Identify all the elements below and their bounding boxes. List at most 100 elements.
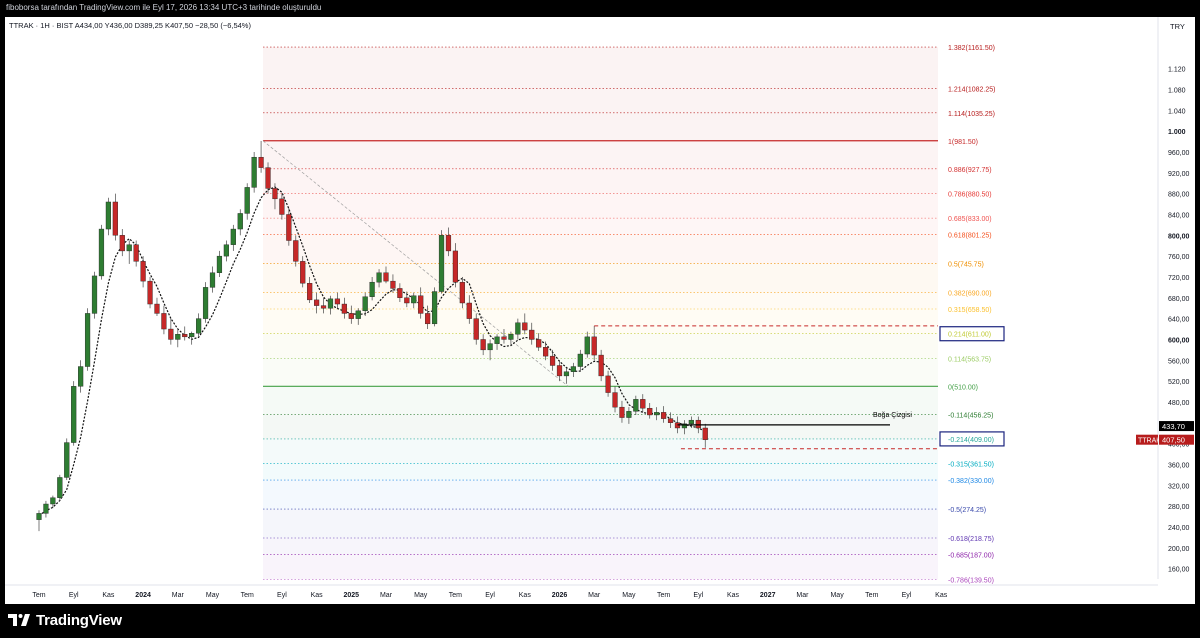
- candle-body: [508, 334, 514, 340]
- price-tick: 960,00: [1168, 150, 1190, 157]
- time-tick: Tem: [241, 592, 254, 599]
- time-tick: Mar: [172, 592, 185, 599]
- time-tick: 2026: [552, 592, 568, 599]
- candle-body: [119, 235, 125, 252]
- candle-body: [501, 336, 507, 340]
- candle-body: [480, 339, 486, 351]
- candle-body: [348, 313, 354, 319]
- candle-body: [515, 322, 521, 335]
- candle-body: [189, 333, 195, 338]
- candle-body: [36, 513, 42, 520]
- candle-body: [688, 419, 694, 425]
- fib-label: 0(510.00): [948, 384, 978, 391]
- time-tick: Kas: [727, 592, 740, 599]
- fib-band: [263, 333, 938, 359]
- price-badge: 407,50: [1162, 436, 1185, 445]
- candle-body: [577, 353, 583, 367]
- price-chart[interactable]: 1.382(1161.50) 1.214(1082.25) 1.114(1035.2…: [5, 17, 1195, 604]
- fib-label: 0.618(801.25): [948, 233, 992, 240]
- candle-body: [334, 298, 341, 305]
- candle-body: [64, 442, 70, 478]
- price-tick: 1.040: [1168, 108, 1186, 115]
- candle-body: [626, 411, 632, 418]
- fib-band: [263, 112, 938, 141]
- candle-body: [549, 355, 556, 366]
- candle-body: [619, 406, 625, 418]
- fib-label: -0.685(187.00): [948, 553, 994, 560]
- candle-body: [369, 281, 375, 297]
- fib-label: -0.315(361.50): [948, 462, 994, 469]
- fib-label: 0.886(927.75): [948, 167, 992, 174]
- candle-body: [272, 188, 278, 200]
- time-axis: Tem Eyl Kas 2024 Mar May Tem Eyl Kas 2025 Mar May Te…: [5, 584, 1158, 599]
- price-tick: 160,00: [1168, 567, 1190, 574]
- candle-body: [452, 250, 459, 283]
- tradingview-logo-icon: [8, 613, 30, 627]
- price-tick: 1.000: [1168, 129, 1186, 136]
- fib-band: [263, 537, 938, 555]
- fib-label: 0.315(658.50): [948, 307, 992, 314]
- fib-label: -0.114(456.25): [948, 412, 993, 419]
- price-badge: 433,70: [1162, 422, 1185, 431]
- fib-label: -0.214(409.00): [948, 437, 994, 444]
- fib-band: [263, 438, 938, 464]
- fib-band: [263, 140, 938, 169]
- fib-bands: [263, 47, 938, 580]
- candle-body: [654, 412, 660, 416]
- candle-body: [376, 272, 382, 283]
- price-tick: 920,00: [1168, 171, 1190, 178]
- candle-body: [563, 371, 570, 377]
- time-tick: Eyl: [902, 592, 912, 599]
- candle-body: [438, 235, 445, 292]
- candle-body: [78, 366, 84, 387]
- fib-label: 0.382(690.00): [948, 291, 992, 298]
- candle-body: [140, 261, 146, 282]
- fib-band: [263, 47, 938, 89]
- tradingview-logo[interactable]: TradingView: [8, 609, 122, 631]
- candle-body: [640, 399, 646, 409]
- candle-body: [473, 318, 479, 340]
- candle-body: [43, 503, 49, 514]
- fib-label: 1(981.50): [948, 139, 978, 146]
- price-tick: 480,00: [1168, 400, 1190, 407]
- candle-body: [647, 407, 653, 416]
- candle-body: [258, 156, 264, 168]
- time-tick: Kas: [102, 592, 115, 599]
- candle-body: [182, 334, 188, 338]
- candle-body: [612, 392, 618, 408]
- fib-label: 0.214(611.00): [948, 332, 991, 339]
- candle-body: [661, 412, 667, 419]
- candle-body: [529, 329, 535, 340]
- candle-body: [50, 497, 56, 505]
- chart-panel[interactable]: 1.382(1161.50) 1.214(1082.25) 1.114(1035.2…: [5, 17, 1195, 604]
- candle-body: [91, 275, 98, 314]
- candle-body: [133, 244, 139, 262]
- fib-band: [263, 218, 938, 235]
- candle-body: [459, 281, 465, 304]
- time-tick: Eyl: [693, 592, 703, 599]
- candle-body: [536, 339, 542, 348]
- candle-body: [487, 343, 493, 351]
- candle-body: [390, 280, 396, 289]
- symbol-line: TTRAK · 1H · BIST A434,00 Y436,00 D389,2…: [9, 21, 251, 30]
- candle-body: [320, 305, 327, 309]
- price-tick: 760,00: [1168, 254, 1190, 261]
- time-tick: Eyl: [485, 592, 495, 599]
- candle-body: [251, 156, 257, 188]
- candle-body: [522, 322, 528, 331]
- tradingview-logo-text: TradingView: [36, 611, 122, 629]
- price-tick: 800,00: [1168, 233, 1190, 240]
- time-tick: May: [206, 592, 220, 599]
- candle-body: [293, 240, 299, 262]
- bull-line-label: Boğa Çizgisi: [873, 412, 912, 419]
- fib-band: [263, 386, 938, 415]
- candle-body: [154, 303, 160, 314]
- candle-body: [314, 299, 320, 306]
- badge-symbol: TTRAK: [1138, 438, 1161, 445]
- candle-body: [425, 313, 431, 325]
- price-tick: 520,00: [1168, 379, 1190, 386]
- candle-body: [383, 272, 389, 282]
- candle-body: [605, 375, 611, 393]
- candle-body: [209, 272, 216, 288]
- candle-body: [341, 303, 347, 314]
